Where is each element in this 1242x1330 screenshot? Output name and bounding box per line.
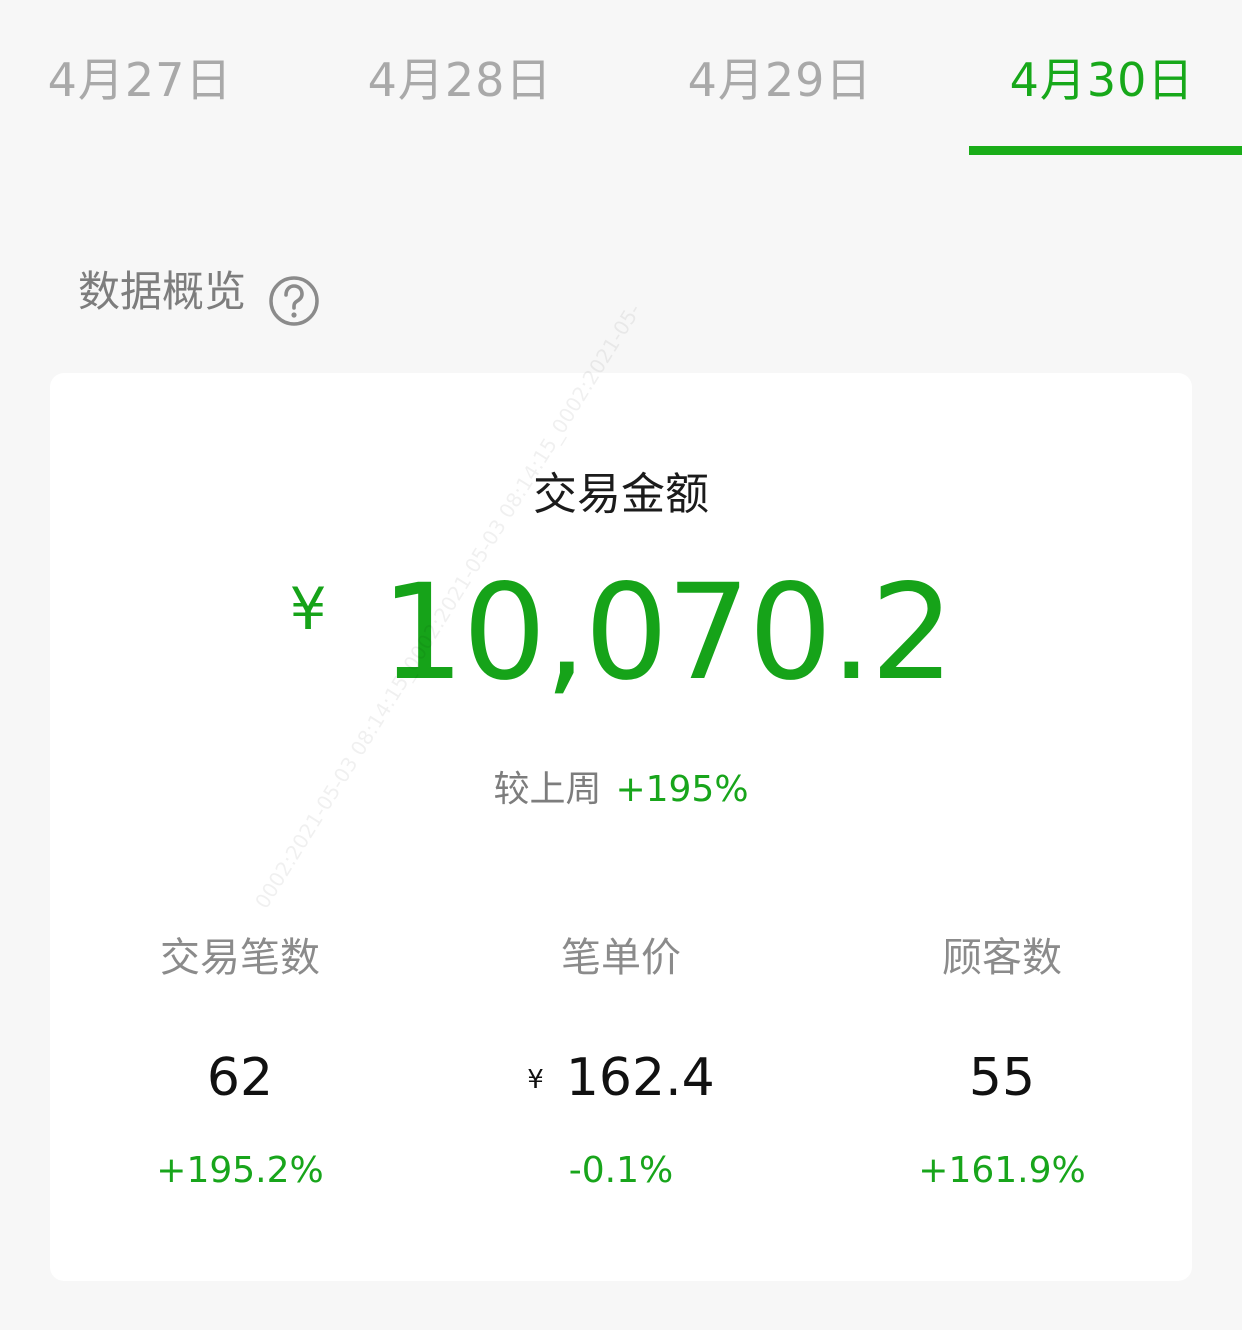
metric-label: 交易笔数 [160,935,320,981]
metric-avg-price: 笔单价 ¥162.4 -0.1% [431,928,811,1218]
tab-apr-28[interactable]: 4月28日 [330,40,590,120]
question-circle-icon[interactable] [268,275,319,326]
currency-symbol: ¥ [289,575,327,643]
transaction-amount-value: 10,070.2 [380,556,955,710]
metric-value-number: 55 [968,1048,1036,1108]
metrics-row: 交易笔数 62 +195.2% 笔单价 ¥162.4 -0.1% 顾客数 55 … [50,928,1192,1218]
tab-apr-29[interactable]: 4月29日 [650,40,910,120]
metric-value: 55 [812,1043,1192,1113]
section-header: 数据概览 [78,262,319,326]
metric-value: ¥162.4 [431,1043,811,1113]
metric-label: 笔单价 [561,935,681,981]
date-tab-bar: 4月27日 4月28日 4月29日 4月30日 [0,0,1242,160]
week-comparison-pct: +195% [615,769,749,810]
metric-transaction-count: 交易笔数 62 +195.2% [50,928,430,1218]
metric-change: -0.1% [568,1150,674,1191]
week-comparison: 较上周 +195% [50,765,1192,815]
metric-value: 62 [50,1043,430,1113]
metric-change: +161.9% [918,1150,1086,1191]
overview-card: 交易金额 ¥10,070.2 较上周 +195% 交易笔数 62 +195.2% … [50,373,1192,1281]
tab-apr-27[interactable]: 4月27日 [10,40,270,120]
tab-apr-30[interactable]: 4月30日 [972,40,1232,120]
metric-value-number: 62 [206,1048,274,1108]
week-comparison-label: 较上周 [493,769,602,810]
metric-customer-count: 顾客数 55 +161.9% [812,928,1192,1218]
currency-symbol: ¥ [527,1065,544,1095]
metric-value-number: 162.4 [565,1048,715,1108]
active-tab-indicator [969,146,1242,155]
metric-change: +195.2% [156,1150,324,1191]
transaction-amount: ¥10,070.2 [50,563,1192,703]
metric-label: 顾客数 [942,935,1062,981]
section-title: 数据概览 [78,267,247,316]
transaction-amount-label: 交易金额 [533,469,709,520]
